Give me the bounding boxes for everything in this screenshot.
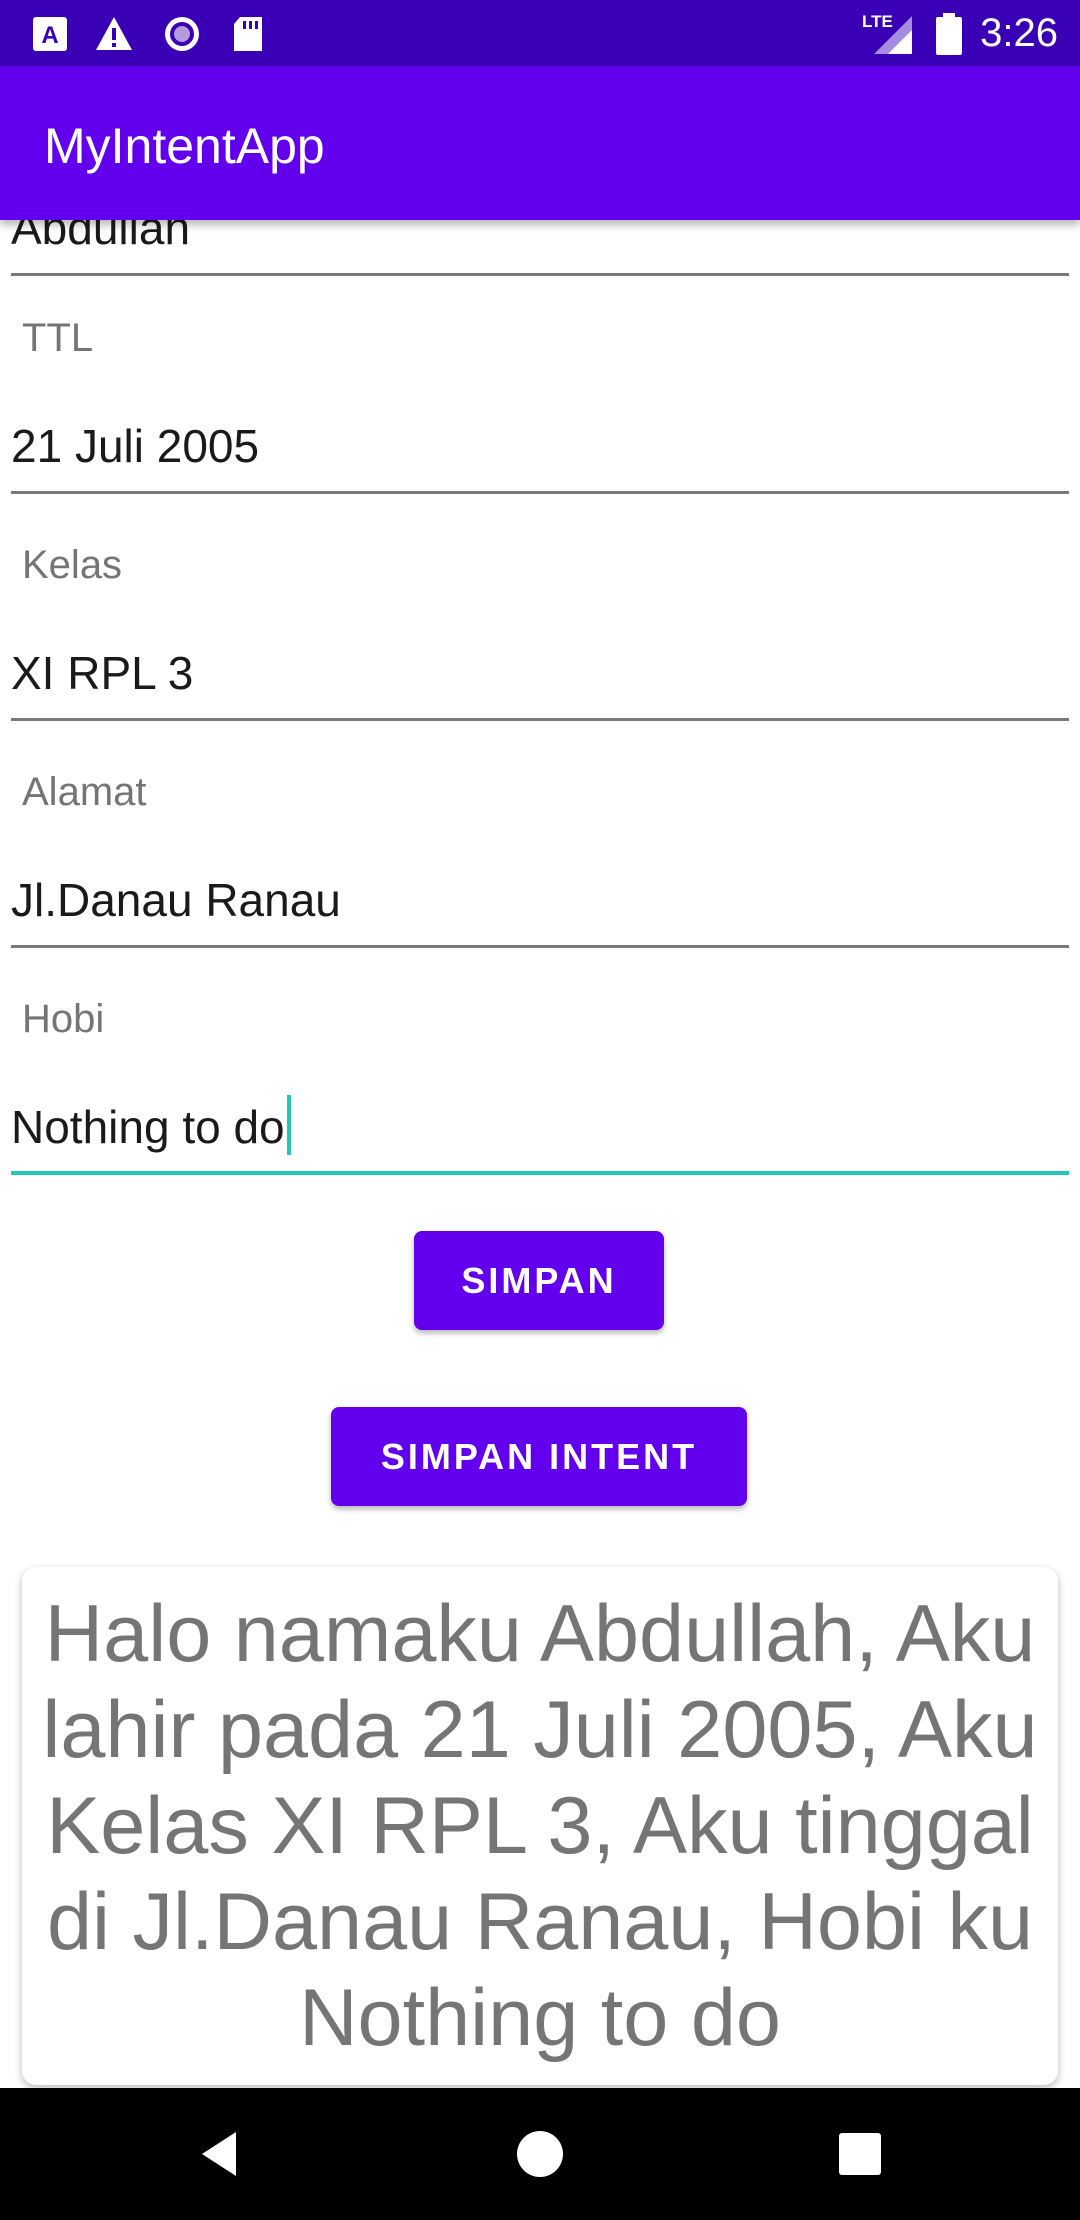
recents-icon[interactable] (824, 2118, 896, 2190)
battery-icon (936, 13, 962, 55)
result-text: Halo namaku Abdullah, Aku lahir pada 21 … (42, 1589, 1038, 2063)
ttl-input[interactable]: 21 Juli 2005 (11, 414, 1069, 494)
result-card: Halo namaku Abdullah, Aku lahir pada 21 … (22, 1567, 1058, 2085)
simpan-button[interactable]: SIMPAN (414, 1231, 664, 1330)
kelas-label: Kelas (22, 543, 123, 587)
status-bar: A LTE 3:26 (0, 0, 1080, 66)
sd-card-icon (234, 17, 262, 51)
alamat-label: Alamat (22, 770, 147, 814)
text-cursor (286, 1095, 291, 1155)
app-bar: MyIntentApp (0, 66, 1080, 220)
circle-record-icon (165, 17, 199, 51)
app-a-icon: A (33, 17, 67, 51)
lte-signal-icon (874, 16, 912, 54)
app-title: MyIntentApp (44, 118, 325, 174)
home-icon[interactable] (504, 2118, 576, 2190)
simpan-intent-button[interactable]: SIMPAN INTENT (331, 1407, 747, 1506)
hobi-input[interactable]: Nothing to do (11, 1095, 1069, 1175)
hobi-label: Hobi (22, 997, 105, 1041)
navigation-bar (0, 2088, 1080, 2220)
warning-icon (96, 17, 132, 50)
svg-text:A: A (41, 22, 58, 49)
kelas-input[interactable]: XI RPL 3 (11, 641, 1069, 721)
hobi-input-text: Nothing to do (11, 1101, 285, 1153)
phone-screen: A LTE 3:26 MyIntentApp Abdullah TTL 21 J… (0, 0, 1080, 2220)
back-icon[interactable] (184, 2118, 256, 2190)
nama-input[interactable]: Abdullah (11, 220, 1069, 276)
form-scroll-area[interactable]: Abdullah TTL 21 Juli 2005 Kelas XI RPL 3… (0, 220, 1080, 2088)
ttl-label: TTL (22, 316, 94, 360)
status-time: 3:26 (980, 11, 1058, 55)
alamat-input[interactable]: Jl.Danau Ranau (11, 868, 1069, 948)
